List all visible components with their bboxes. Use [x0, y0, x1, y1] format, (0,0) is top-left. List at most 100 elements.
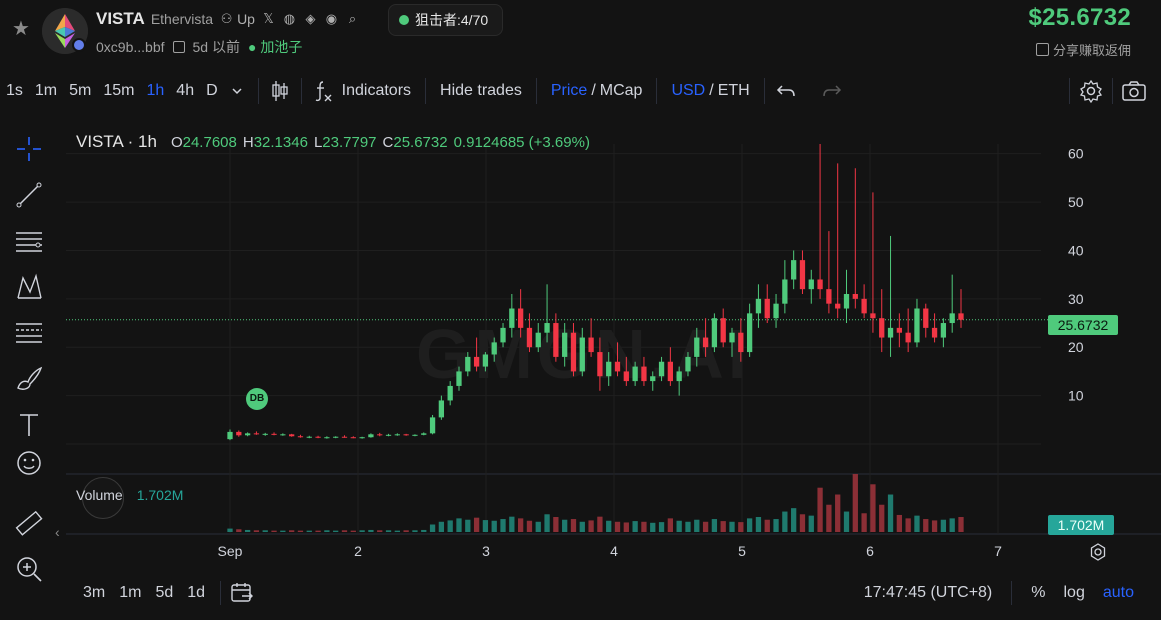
candle-body: [324, 437, 330, 439]
candle-body: [764, 298, 770, 319]
volume-bar: [465, 519, 471, 532]
copy-icon[interactable]: [172, 41, 185, 53]
interval-5m[interactable]: 5m: [63, 72, 97, 110]
axis-settings-icon[interactable]: [1088, 542, 1108, 562]
range-1d[interactable]: 1d: [180, 584, 212, 602]
camera-snapshot-icon[interactable]: [1121, 78, 1147, 104]
interval-1s[interactable]: 1s: [0, 72, 29, 110]
trend-line-tool-icon[interactable]: [12, 178, 46, 212]
candle-body: [843, 294, 850, 309]
pattern-tool-icon[interactable]: [12, 270, 46, 304]
volume-bar: [429, 524, 436, 532]
interval-15m[interactable]: 15m: [97, 72, 140, 110]
candle-body: [253, 433, 260, 435]
mcap-toggle[interactable]: MCap: [598, 72, 649, 110]
bottom-right-controls: 17:47:45 (UTC+8) % log auto: [857, 576, 1141, 610]
candlestick-chart[interactable]: Sep 2 3 4 5 6 7 10 20 30 40 50 60: [66, 124, 1161, 574]
volume-bar: [289, 530, 295, 532]
interval-dropdown-chevron-icon[interactable]: [224, 78, 250, 104]
interval-4h[interactable]: 4h: [170, 72, 200, 110]
search-icon[interactable]: ⌕: [345, 11, 360, 27]
crosshair-tool-icon[interactable]: [12, 132, 46, 166]
candle-body: [526, 327, 533, 348]
legend-close: 25.6732: [393, 134, 448, 151]
token-symbol: VISTA: [96, 9, 145, 28]
indicators-button[interactable]: Indicators: [336, 72, 417, 110]
log-scale-toggle[interactable]: log: [1057, 584, 1092, 602]
volume-bar: [923, 519, 929, 532]
candle-body: [632, 366, 638, 382]
candle-body: [403, 434, 409, 436]
website-globe-icon[interactable]: ◍: [282, 11, 297, 27]
volume-bar: [500, 519, 506, 532]
settings-gear-icon[interactable]: [1078, 78, 1104, 104]
candle-body: [517, 308, 524, 328]
timezone-clock[interactable]: 17:47:45 (UTC+8): [857, 584, 1000, 602]
x-twitter-icon[interactable]: 𝕏: [261, 11, 276, 27]
db-marker-badge[interactable]: DB: [246, 388, 268, 410]
bottom-bar: 3m 1m 5d 1d 17:47:45 (UTC+8) % log auto: [0, 576, 1161, 610]
horizontal-lines-tool-icon[interactable]: [12, 224, 46, 258]
candle-body: [421, 433, 427, 435]
token-title-row: VISTA Ethervista ⚇ Up 𝕏 ◍ ◈ ◉ ⌕: [96, 8, 360, 30]
range-1m[interactable]: 1m: [112, 584, 148, 602]
interval-1m[interactable]: 1m: [29, 72, 63, 110]
percent-scale-toggle[interactable]: %: [1024, 584, 1052, 602]
interval-d[interactable]: D: [200, 72, 224, 110]
volume-bar: [720, 521, 726, 532]
price-toggle[interactable]: Price: [545, 72, 589, 110]
chart-link-icon[interactable]: ◉: [324, 11, 339, 27]
candle-body: [271, 433, 277, 435]
y-tick-label: 30: [1068, 291, 1084, 307]
toolbar-divider: [300, 78, 302, 104]
candle-body: [562, 332, 568, 357]
candle-body: [685, 356, 691, 372]
volume-bar: [359, 530, 365, 532]
date-range-calendar-icon[interactable]: [229, 580, 255, 606]
candle-body: [588, 337, 594, 353]
fibonacci-tool-icon[interactable]: [12, 316, 46, 350]
eth-toggle[interactable]: ETH: [716, 72, 756, 110]
volume-bar: [517, 518, 524, 532]
auto-scale-toggle[interactable]: auto: [1096, 584, 1141, 602]
emoji-tool-icon[interactable]: [12, 446, 46, 480]
candle-body: [544, 323, 550, 333]
range-5d[interactable]: 5d: [148, 584, 180, 602]
undo-icon[interactable]: [773, 78, 799, 104]
candle-body: [553, 323, 559, 357]
interval-1h[interactable]: 1h: [141, 72, 171, 110]
sniper-count-badge[interactable]: 狙击者:4/70: [388, 4, 503, 36]
collapse-arrow-icon[interactable]: ‹: [55, 524, 60, 540]
add-pool-text: 加池子: [260, 39, 303, 55]
usd-toggle[interactable]: USD: [665, 72, 707, 110]
status-dot-icon: [399, 15, 409, 25]
hide-trades-button[interactable]: Hide trades: [434, 72, 528, 110]
volume-bar: [544, 514, 550, 532]
redo-icon[interactable]: [819, 78, 845, 104]
telegram-icon[interactable]: ◈: [303, 11, 318, 27]
volume-bar: [905, 518, 911, 532]
volume-bar: [623, 522, 629, 532]
volume-bar: [262, 530, 268, 532]
favorite-star-icon[interactable]: ★: [10, 18, 32, 40]
candle-body: [905, 332, 911, 343]
ruler-measure-icon[interactable]: [12, 507, 46, 541]
volume-bar: [782, 511, 788, 532]
volume-bar: [870, 484, 876, 532]
brush-tool-icon[interactable]: [12, 362, 46, 396]
volume-legend: Volume 1.702M: [76, 487, 183, 503]
share-rebate-link[interactable]: 分享赚取返佣: [1035, 40, 1131, 59]
range-3m[interactable]: 3m: [76, 584, 112, 602]
volume-bar: [755, 517, 762, 532]
volume-bar: [570, 519, 577, 532]
price-chart[interactable]: GMGN.AI Sep 2 3 4 5 6 7 10 20 30 40 50 60 VISTA · 1h…: [66, 124, 1161, 574]
text-tool-icon[interactable]: [12, 408, 46, 442]
volume-bar: [333, 530, 339, 532]
candle-body: [614, 361, 621, 372]
legend-change: 0.9124685 (+3.69%): [453, 134, 590, 151]
volume-bar: [641, 521, 647, 532]
token-address[interactable]: 0xc9b...bbf: [96, 39, 165, 55]
indicators-fx-icon[interactable]: [310, 78, 336, 104]
volume-bar: [579, 521, 585, 532]
candlestick-type-icon[interactable]: [267, 78, 293, 104]
